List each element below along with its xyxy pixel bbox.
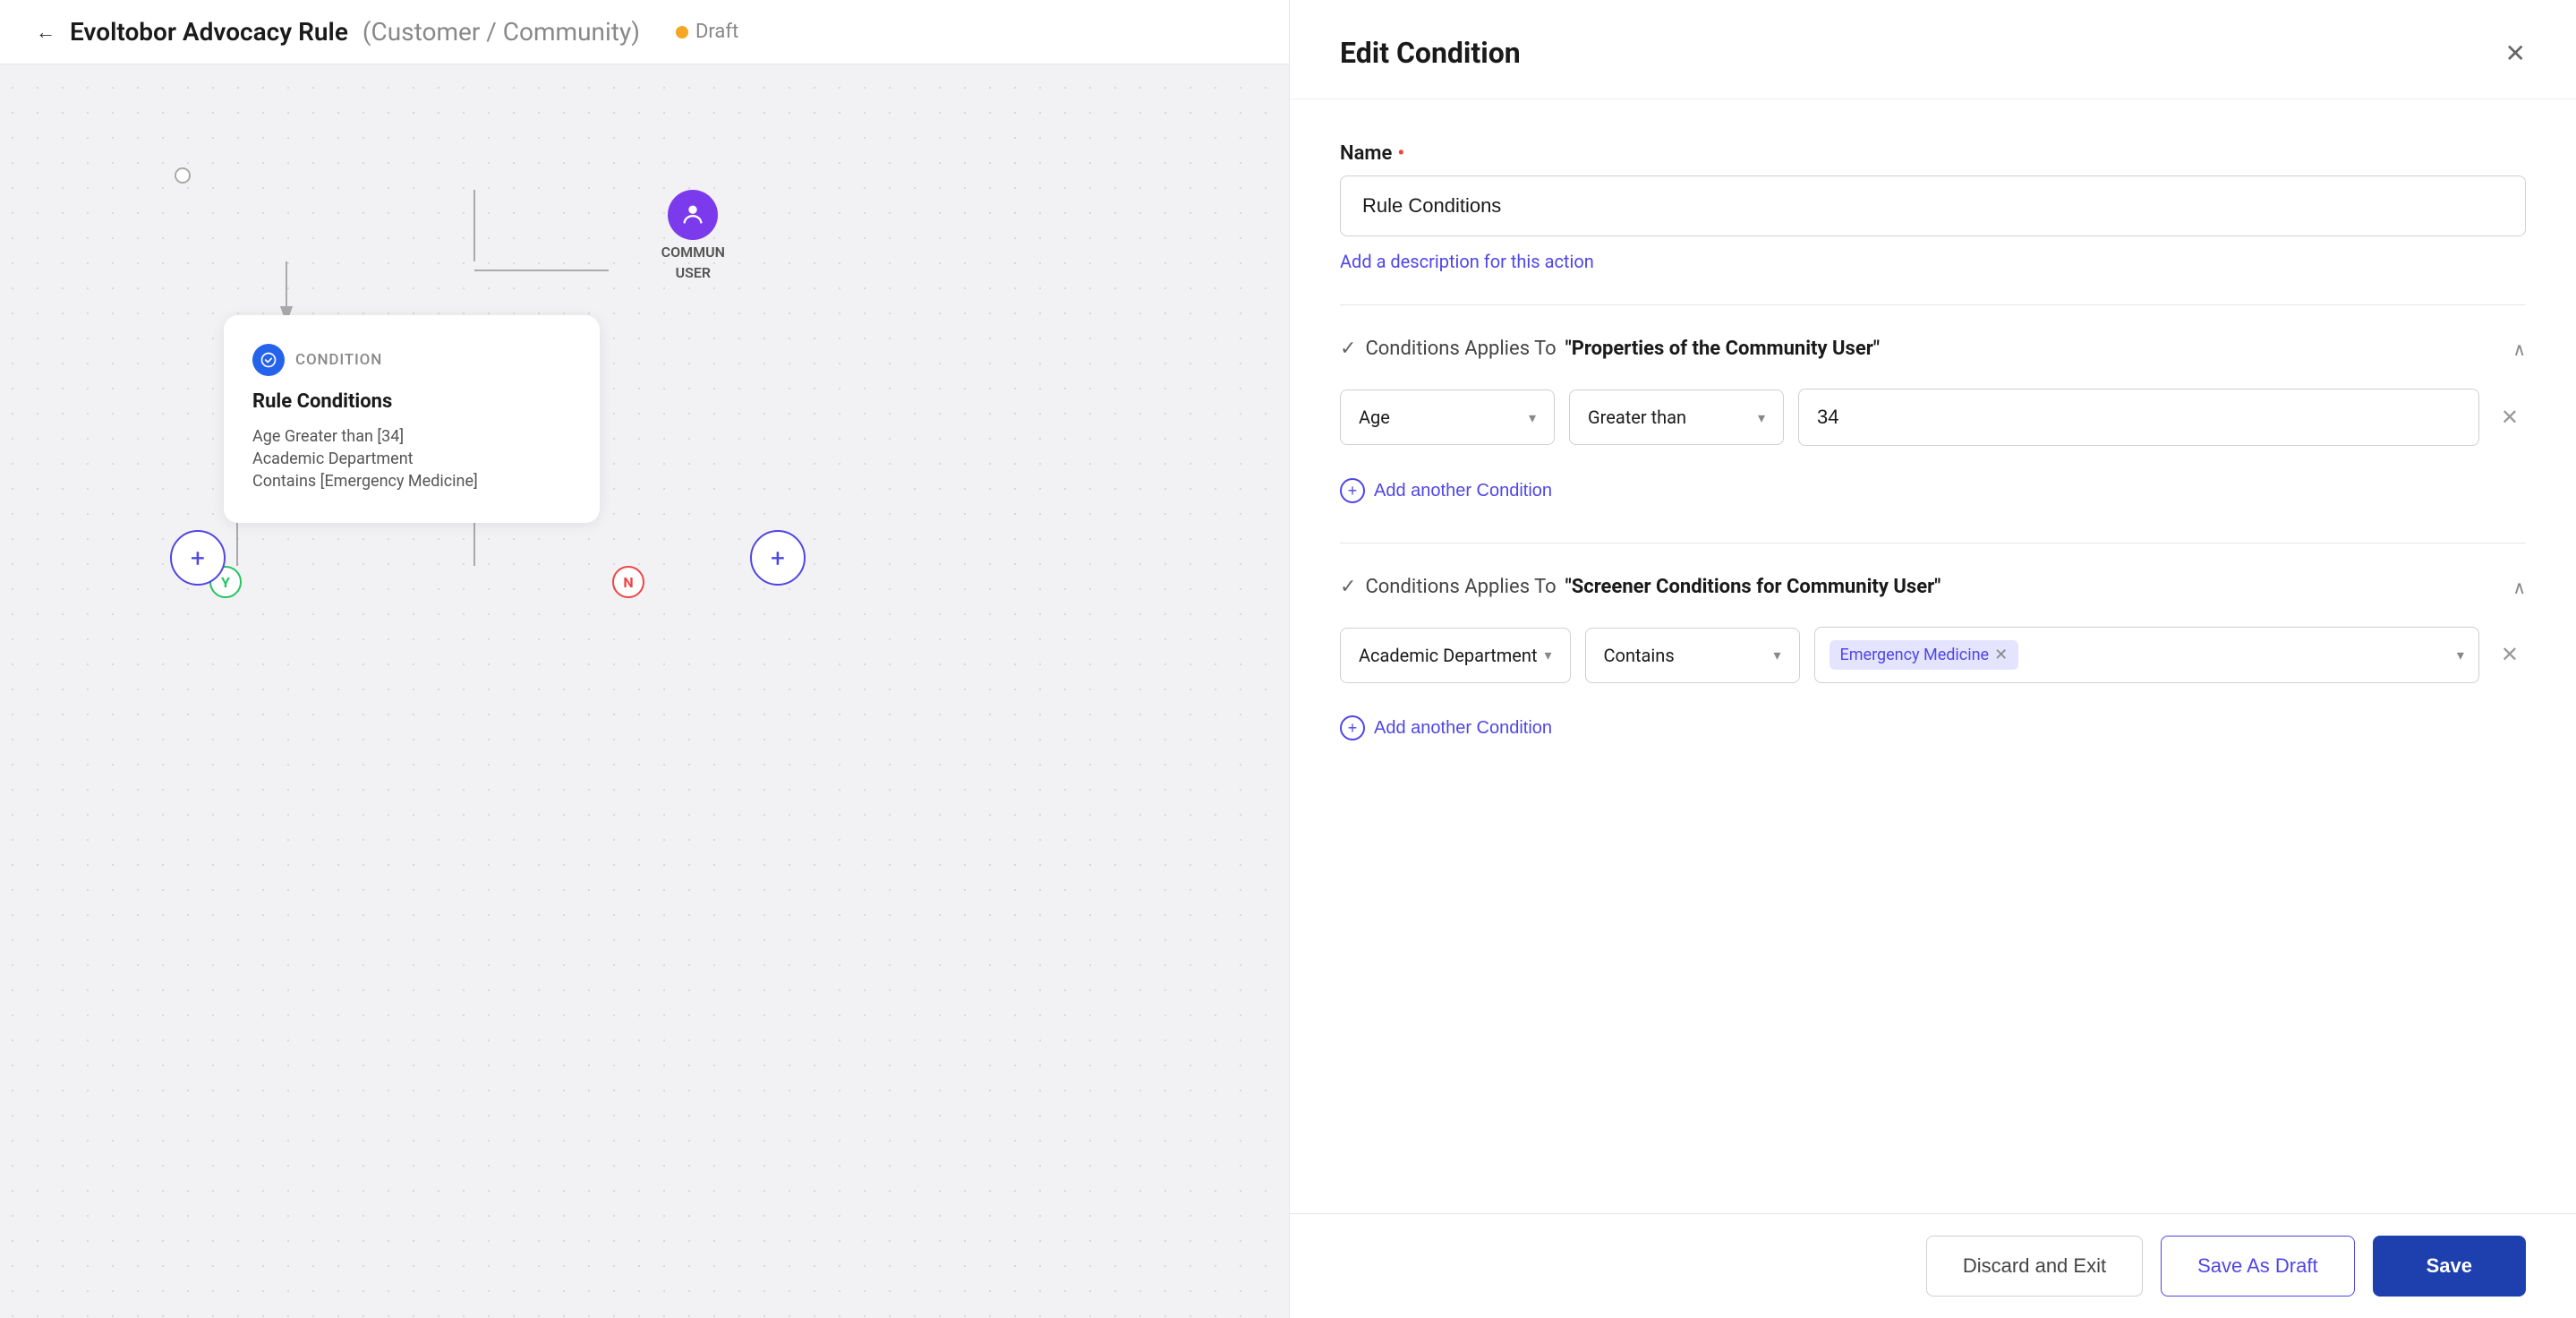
section1-add-icon: +	[1340, 478, 1365, 503]
add-node-left-button[interactable]: +	[170, 530, 226, 586]
tag-label: Emergency Medicine	[1840, 646, 1990, 664]
back-button[interactable]: ←	[36, 21, 55, 44]
section1-header: ✓ Conditions Applies To "Properties of t…	[1340, 338, 2526, 360]
community-user-node: COMMUN USER	[661, 190, 725, 281]
condition-header: CONDITION	[252, 344, 571, 376]
condition-type-label: CONDITION	[295, 351, 382, 369]
section2-title: ✓ Conditions Applies To "Screener Condit…	[1340, 576, 1941, 598]
add-node-right-button[interactable]: +	[750, 530, 806, 586]
community-user-label-2: USER	[676, 264, 711, 281]
section1-collapse-button[interactable]: ∧	[2512, 338, 2526, 360]
condition-section-2: ✓ Conditions Applies To "Screener Condit…	[1340, 543, 2526, 748]
name-field-label: Name •	[1340, 142, 2526, 165]
breadcrumb: (Customer / Community)	[363, 17, 640, 47]
name-input[interactable]	[1340, 175, 2526, 236]
section2-field-chevron: ▾	[1545, 646, 1552, 663]
section2-remove-button[interactable]: ✕	[2494, 635, 2526, 675]
branch-n-indicator: N	[612, 566, 644, 598]
page-title: Evoltobor Advocacy Rule	[70, 17, 348, 47]
condition-box-name: Rule Conditions	[252, 390, 571, 413]
section1-add-label: Add another Condition	[1374, 481, 1552, 501]
section1-remove-button[interactable]: ✕	[2494, 398, 2526, 438]
section2-collapse-button[interactable]: ∧	[2512, 577, 2526, 598]
section1-prefix: Conditions Applies To	[1365, 338, 1556, 360]
section2-operator-dropdown[interactable]: Contains ▾	[1585, 628, 1800, 683]
condition-detail-dept-value: Contains [Emergency Medicine]	[252, 472, 571, 491]
connector-node	[175, 167, 191, 184]
section2-condition-row: Academic Department ▾ Contains ▾ Emergen…	[1340, 627, 2526, 683]
required-indicator: •	[1397, 142, 1404, 165]
save-draft-button[interactable]: Save As Draft	[2161, 1236, 2355, 1297]
section2-tag-chevron: ▾	[2457, 646, 2464, 663]
connector-lines	[0, 64, 1289, 1318]
community-user-icon	[668, 190, 718, 240]
close-panel-button[interactable]: ✕	[2505, 39, 2526, 68]
save-button[interactable]: Save	[2373, 1236, 2526, 1297]
left-canvas-panel: ← Evoltobor Advocacy Rule (Customer / Co…	[0, 0, 1289, 1318]
section2-operator-chevron: ▾	[1774, 646, 1781, 663]
edit-condition-panel: Edit Condition ✕ Name • Add a descriptio…	[1289, 0, 2576, 1318]
section2-tag-input[interactable]: Emergency Medicine ✕ ▾	[1814, 627, 2479, 683]
section2-entity: "Screener Conditions for Community User"	[1565, 576, 1941, 598]
section1-value-input[interactable]	[1798, 389, 2479, 446]
condition-section-1: ✓ Conditions Applies To "Properties of t…	[1340, 304, 2526, 510]
section2-field-dropdown[interactable]: Academic Department ▾	[1340, 628, 1571, 683]
draft-status: Draft	[695, 21, 738, 43]
section1-field-chevron: ▾	[1529, 409, 1536, 426]
section1-add-condition-button[interactable]: + Add another Condition	[1340, 471, 1552, 510]
condition-detail-dept-label: Academic Department	[252, 449, 571, 468]
add-description-link[interactable]: Add a description for this action	[1340, 251, 1594, 272]
section1-check: ✓	[1340, 338, 1356, 360]
top-bar: ← Evoltobor Advocacy Rule (Customer / Co…	[0, 0, 1289, 64]
section1-condition-row: Age ▾ Greater than ▾ ✕	[1340, 389, 2526, 446]
section2-add-condition-button[interactable]: + Add another Condition	[1340, 708, 1552, 748]
section2-check: ✓	[1340, 576, 1356, 598]
community-user-label-1: COMMUN	[661, 244, 725, 261]
section1-operator-dropdown[interactable]: Greater than ▾	[1569, 389, 1784, 445]
section1-entity: "Properties of the Community User"	[1565, 338, 1880, 360]
panel-content: Name • Add a description for this action…	[1290, 99, 2576, 1213]
draft-badge: Draft	[676, 21, 738, 43]
condition-detail-age: Age Greater than [34]	[252, 427, 571, 446]
name-field-section: Name • Add a description for this action	[1340, 142, 2526, 272]
section2-add-icon: +	[1340, 715, 1365, 740]
canvas-area: COMMUN USER CONDITION Rule Conditions Ag…	[0, 64, 1289, 1318]
section2-add-label: Add another Condition	[1374, 718, 1552, 739]
section2-prefix: Conditions Applies To	[1365, 576, 1556, 598]
tag-remove-button[interactable]: ✕	[1994, 646, 2008, 664]
panel-footer: Discard and Exit Save As Draft Save	[1290, 1213, 2576, 1318]
panel-title: Edit Condition	[1340, 36, 1521, 70]
condition-box: CONDITION Rule Conditions Age Greater th…	[224, 315, 600, 523]
panel-header: Edit Condition ✕	[1290, 0, 2576, 99]
section2-header: ✓ Conditions Applies To "Screener Condit…	[1340, 576, 2526, 598]
discard-button[interactable]: Discard and Exit	[1926, 1236, 2143, 1297]
emergency-medicine-tag: Emergency Medicine ✕	[1830, 640, 2019, 670]
draft-dot-icon	[676, 26, 688, 39]
section1-operator-chevron: ▾	[1758, 409, 1765, 426]
section1-title: ✓ Conditions Applies To "Properties of t…	[1340, 338, 1880, 360]
section1-field-dropdown[interactable]: Age ▾	[1340, 389, 1555, 445]
condition-icon	[252, 344, 285, 376]
